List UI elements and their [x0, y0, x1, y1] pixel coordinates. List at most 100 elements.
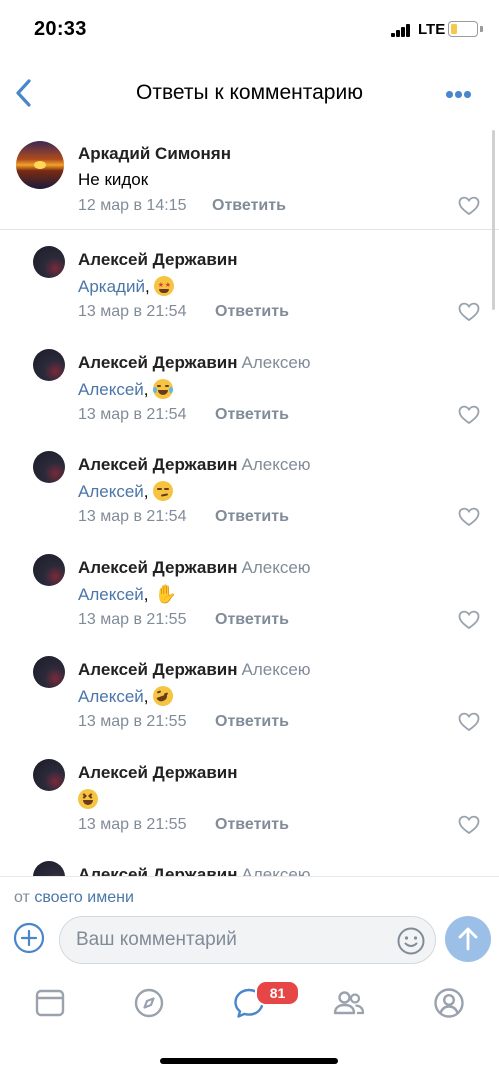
comment-text: Алексей,: [78, 686, 173, 707]
reply-button[interactable]: Ответить: [215, 611, 289, 629]
root-comment: Аркадий Симонян Не кидок 12 мар в 14:15 …: [0, 124, 499, 230]
like-heart-icon[interactable]: [458, 815, 480, 835]
nav-bar: Ответы к комментарию: [0, 62, 499, 124]
tab-news[interactable]: [33, 986, 67, 1020]
from-link[interactable]: своего имени: [34, 889, 134, 906]
author-name: Алексей Державин: [78, 352, 238, 372]
tears-of-joy-emoji: [152, 378, 173, 399]
tab-bar: [0, 980, 499, 1040]
reply-addressee[interactable]: Алексею: [242, 865, 311, 876]
comment-text: Аркадий, ★ ★: [78, 276, 174, 297]
send-button[interactable]: [445, 916, 491, 962]
comment-date: 13 мар в 21:54: [78, 508, 187, 525]
comment-date: 13 мар в 21:55: [78, 815, 187, 833]
author-selector[interactable]: от своего имени: [14, 889, 134, 907]
smile-icon: [397, 927, 425, 955]
mention-link[interactable]: Алексей: [78, 687, 144, 706]
avatar[interactable]: [33, 758, 65, 791]
reply-comment: Алексей Державин Аркадий, ★ ★ 13 мар в 21:54…: [0, 230, 499, 332]
comment-author[interactable]: Алексей Державин Алексею: [78, 455, 311, 475]
reply-comment: Алексей Державин Алексею: [0, 845, 499, 876]
tab-profile[interactable]: [432, 986, 466, 1020]
comments-feed[interactable]: Аркадий Симонян Не кидок 12 мар в 14:15 …: [0, 124, 499, 876]
reply-button[interactable]: Ответить: [215, 508, 289, 526]
avatar[interactable]: [33, 348, 65, 381]
reply-addressee[interactable]: Алексею: [242, 455, 311, 474]
comment-author[interactable]: Алексей Державин: [78, 763, 238, 783]
status-time: 20:33: [34, 18, 87, 40]
smirk-emoji: [152, 481, 173, 501]
battery-tip: [480, 26, 483, 32]
status-bar: 20:33 LTE: [0, 0, 499, 60]
comment-author[interactable]: Алексей Державин Алексею: [78, 660, 311, 680]
author-name: Алексей Державин: [78, 250, 238, 269]
comment-author[interactable]: Алексей Державин Алексею: [78, 865, 311, 876]
like-heart-icon[interactable]: [458, 405, 480, 425]
reply-button[interactable]: Ответить: [215, 303, 289, 321]
like-heart-icon[interactable]: [458, 196, 480, 216]
comment-text: Алексей,: [78, 378, 173, 400]
reply-addressee[interactable]: Алексею: [242, 660, 311, 679]
comment-date: 13 мар в 21:54: [78, 303, 187, 320]
reply-comment: Алексей Державин Алексею Алексей, ✋ 13 мар в…: [0, 538, 499, 640]
plus-circle-icon: [13, 922, 45, 954]
comment-input[interactable]: [76, 917, 386, 963]
emoji-button[interactable]: [396, 926, 426, 956]
author-name: Алексей Державин: [78, 865, 238, 876]
reply-addressee[interactable]: Алексею: [242, 558, 311, 577]
mention-comma: ,: [143, 482, 149, 501]
more-dots-icon: [446, 91, 453, 98]
reply-button[interactable]: Ответить: [215, 713, 289, 731]
comment-author[interactable]: Алексей Державин Алексею: [78, 558, 311, 578]
like-heart-icon[interactable]: [458, 507, 480, 527]
comment-input-wrapper[interactable]: [59, 916, 436, 964]
avatar[interactable]: [33, 656, 65, 688]
comment-date: 13 мар в 21:54: [78, 405, 187, 423]
friends-icon: [333, 991, 365, 1015]
waving-hand-emoji: ✋: [154, 583, 177, 604]
avatar[interactable]: [33, 861, 65, 876]
comment-composer: от своего имени: [0, 876, 499, 1080]
comment-date: 13 мар в 21:55: [78, 610, 187, 628]
comment-text: Не кидок: [78, 170, 149, 189]
profile-icon: [434, 988, 464, 1018]
home-indicator[interactable]: [160, 1058, 338, 1064]
mention-link[interactable]: Алексей: [78, 585, 144, 604]
mention-link[interactable]: Аркадий: [78, 277, 145, 296]
mention-link[interactable]: Алексей: [78, 482, 144, 501]
like-heart-icon[interactable]: [458, 610, 480, 630]
reply-button[interactable]: Ответить: [215, 406, 289, 424]
avatar[interactable]: [33, 451, 65, 483]
tab-friends[interactable]: [332, 986, 366, 1020]
signal-strength-icon: [391, 24, 411, 37]
comment-text: Алексей,: [78, 481, 173, 502]
page-title: Ответы к комментарию: [136, 81, 363, 104]
more-dot: [464, 91, 471, 98]
reply-comment: Алексей Державин Алексею Алексей, 13 мар в …: [0, 435, 499, 537]
like-heart-icon[interactable]: [458, 302, 480, 322]
attach-button[interactable]: [13, 922, 45, 954]
like-heart-icon[interactable]: [458, 712, 480, 732]
comment-author[interactable]: Алексей Державин: [78, 250, 238, 270]
scrollbar[interactable]: [492, 130, 495, 310]
more-dot: [455, 91, 462, 98]
reply-button[interactable]: Ответить: [212, 197, 286, 215]
mention-comma: ,: [143, 687, 149, 706]
avatar[interactable]: [33, 246, 65, 278]
mention-comma: ,: [144, 277, 150, 296]
avatar[interactable]: [16, 141, 64, 189]
reply-comment: Алексей Державин Алексею Алексей, 13 мар в …: [0, 333, 499, 435]
reply-button[interactable]: Ответить: [215, 816, 289, 834]
author-name: Алексей Державин: [78, 660, 238, 679]
reply-addressee[interactable]: Алексею: [242, 353, 311, 372]
comment-date: 13 мар в 21:55: [78, 713, 187, 730]
avatar[interactable]: [33, 553, 65, 586]
comment-author[interactable]: Аркадий Симонян: [78, 144, 231, 164]
more-button[interactable]: [440, 84, 476, 104]
reply-comment: Алексей Державин 13 мар в 21:55 Ответить: [0, 743, 499, 845]
comment-text: Алексей, ✋: [78, 583, 177, 605]
rofl-emoji: [152, 686, 173, 706]
comment-author[interactable]: Алексей Державин Алексею: [78, 353, 311, 373]
tab-discover[interactable]: [132, 986, 166, 1020]
mention-link[interactable]: Алексей: [78, 380, 144, 399]
